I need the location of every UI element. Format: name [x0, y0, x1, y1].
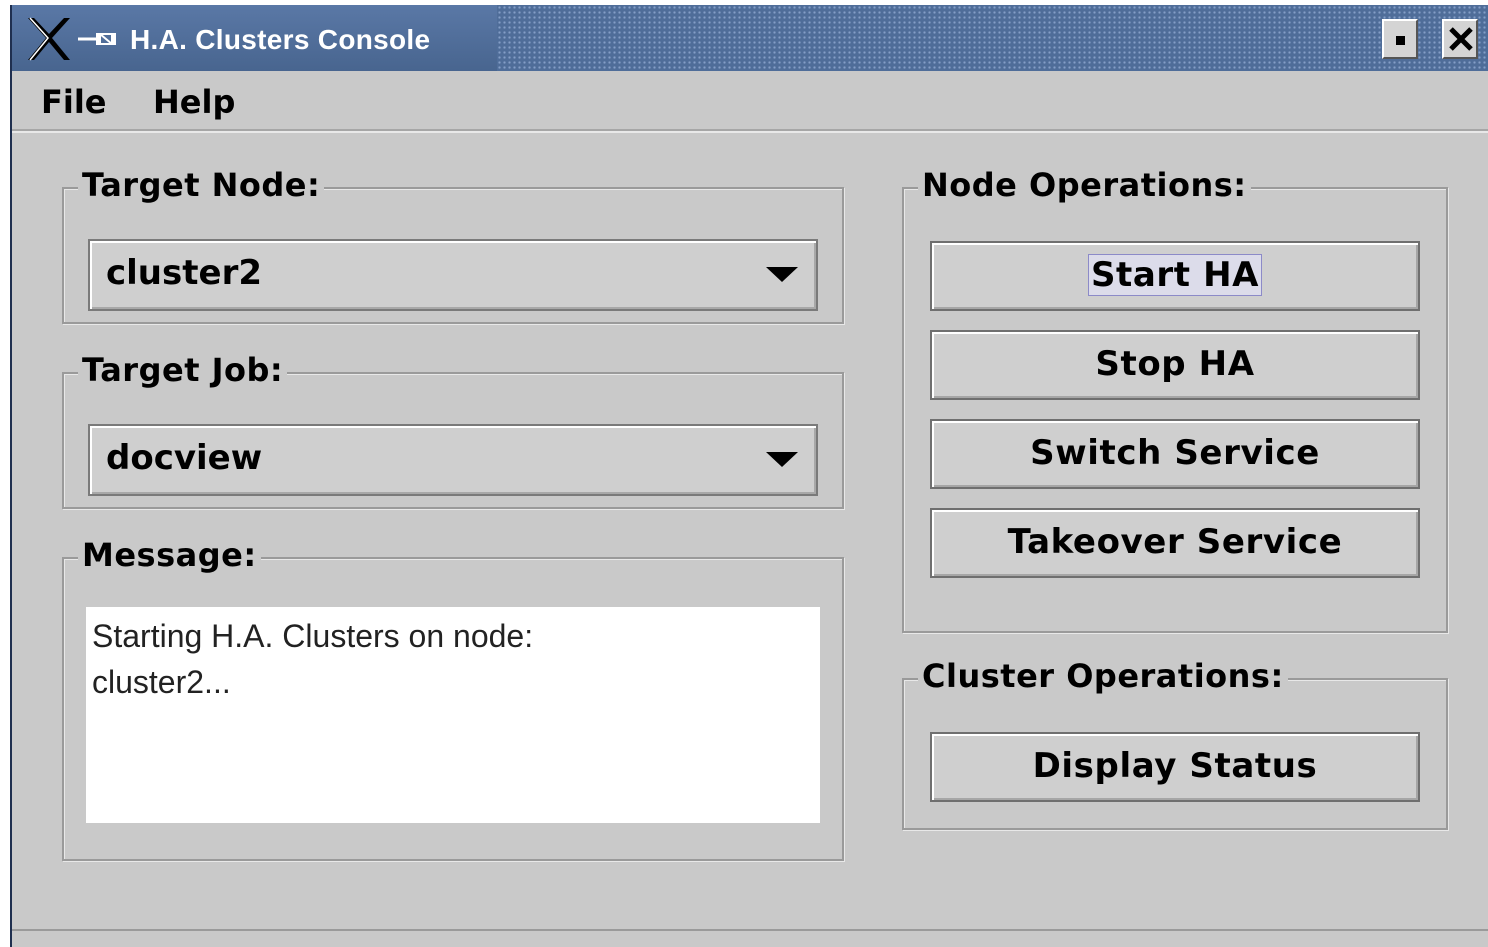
- target-node-value: cluster2: [106, 253, 262, 293]
- chevron-down-icon[interactable]: [766, 267, 798, 282]
- x-window-logo-icon[interactable]: [24, 16, 74, 62]
- cluster-operations-label: Cluster Operations:: [918, 656, 1288, 696]
- stop-ha-label: Stop HA: [1095, 344, 1255, 384]
- menu-help[interactable]: Help: [153, 83, 235, 121]
- menu-file[interactable]: File: [41, 83, 107, 121]
- stop-ha-button[interactable]: Stop HA: [930, 330, 1420, 400]
- minimize-button[interactable]: [1382, 19, 1418, 59]
- target-node-label: Target Node:: [78, 165, 325, 205]
- menu-bar: File Help: [12, 71, 1488, 133]
- message-group: Message: Starting H.A. Clusters on node:…: [62, 535, 844, 861]
- switch-service-label: Switch Service: [1030, 433, 1320, 473]
- node-operations-label: Node Operations:: [918, 165, 1251, 205]
- close-button[interactable]: [1442, 19, 1478, 59]
- message-label: Message:: [78, 535, 261, 575]
- cluster-operations-group: Cluster Operations: Display Status: [902, 656, 1448, 830]
- chevron-down-icon[interactable]: [766, 452, 798, 467]
- target-node-dropdown[interactable]: cluster2: [88, 239, 818, 311]
- start-ha-label: Start HA: [1087, 254, 1263, 296]
- takeover-service-label: Takeover Service: [1007, 522, 1343, 562]
- minimize-icon: [1396, 36, 1405, 45]
- app-window: H.A. Clusters Console File Help Target N…: [10, 5, 1488, 947]
- node-operations-group: Node Operations: Start HA Stop HA Switch…: [902, 165, 1448, 633]
- takeover-service-button[interactable]: Takeover Service: [930, 508, 1420, 578]
- display-status-label: Display Status: [1032, 746, 1318, 786]
- target-node-group: Target Node: cluster2: [62, 165, 844, 324]
- start-ha-button[interactable]: Start HA: [930, 241, 1420, 311]
- target-job-dropdown[interactable]: docview: [88, 424, 818, 496]
- message-text: Starting H.A. Clusters on node: cluster2…: [92, 618, 534, 700]
- target-job-value: docview: [106, 438, 263, 478]
- message-text-area[interactable]: Starting H.A. Clusters on node: cluster2…: [86, 607, 820, 823]
- target-job-label: Target Job:: [78, 350, 288, 390]
- title-bar[interactable]: H.A. Clusters Console: [12, 5, 1488, 71]
- display-status-button[interactable]: Display Status: [930, 732, 1420, 802]
- switch-service-button[interactable]: Switch Service: [930, 419, 1420, 489]
- window-bottom-edge: [12, 929, 1488, 947]
- window-title: H.A. Clusters Console: [130, 24, 431, 55]
- pin-icon[interactable]: [78, 32, 130, 46]
- close-icon: [1449, 27, 1473, 51]
- target-job-group: Target Job: docview: [62, 350, 844, 509]
